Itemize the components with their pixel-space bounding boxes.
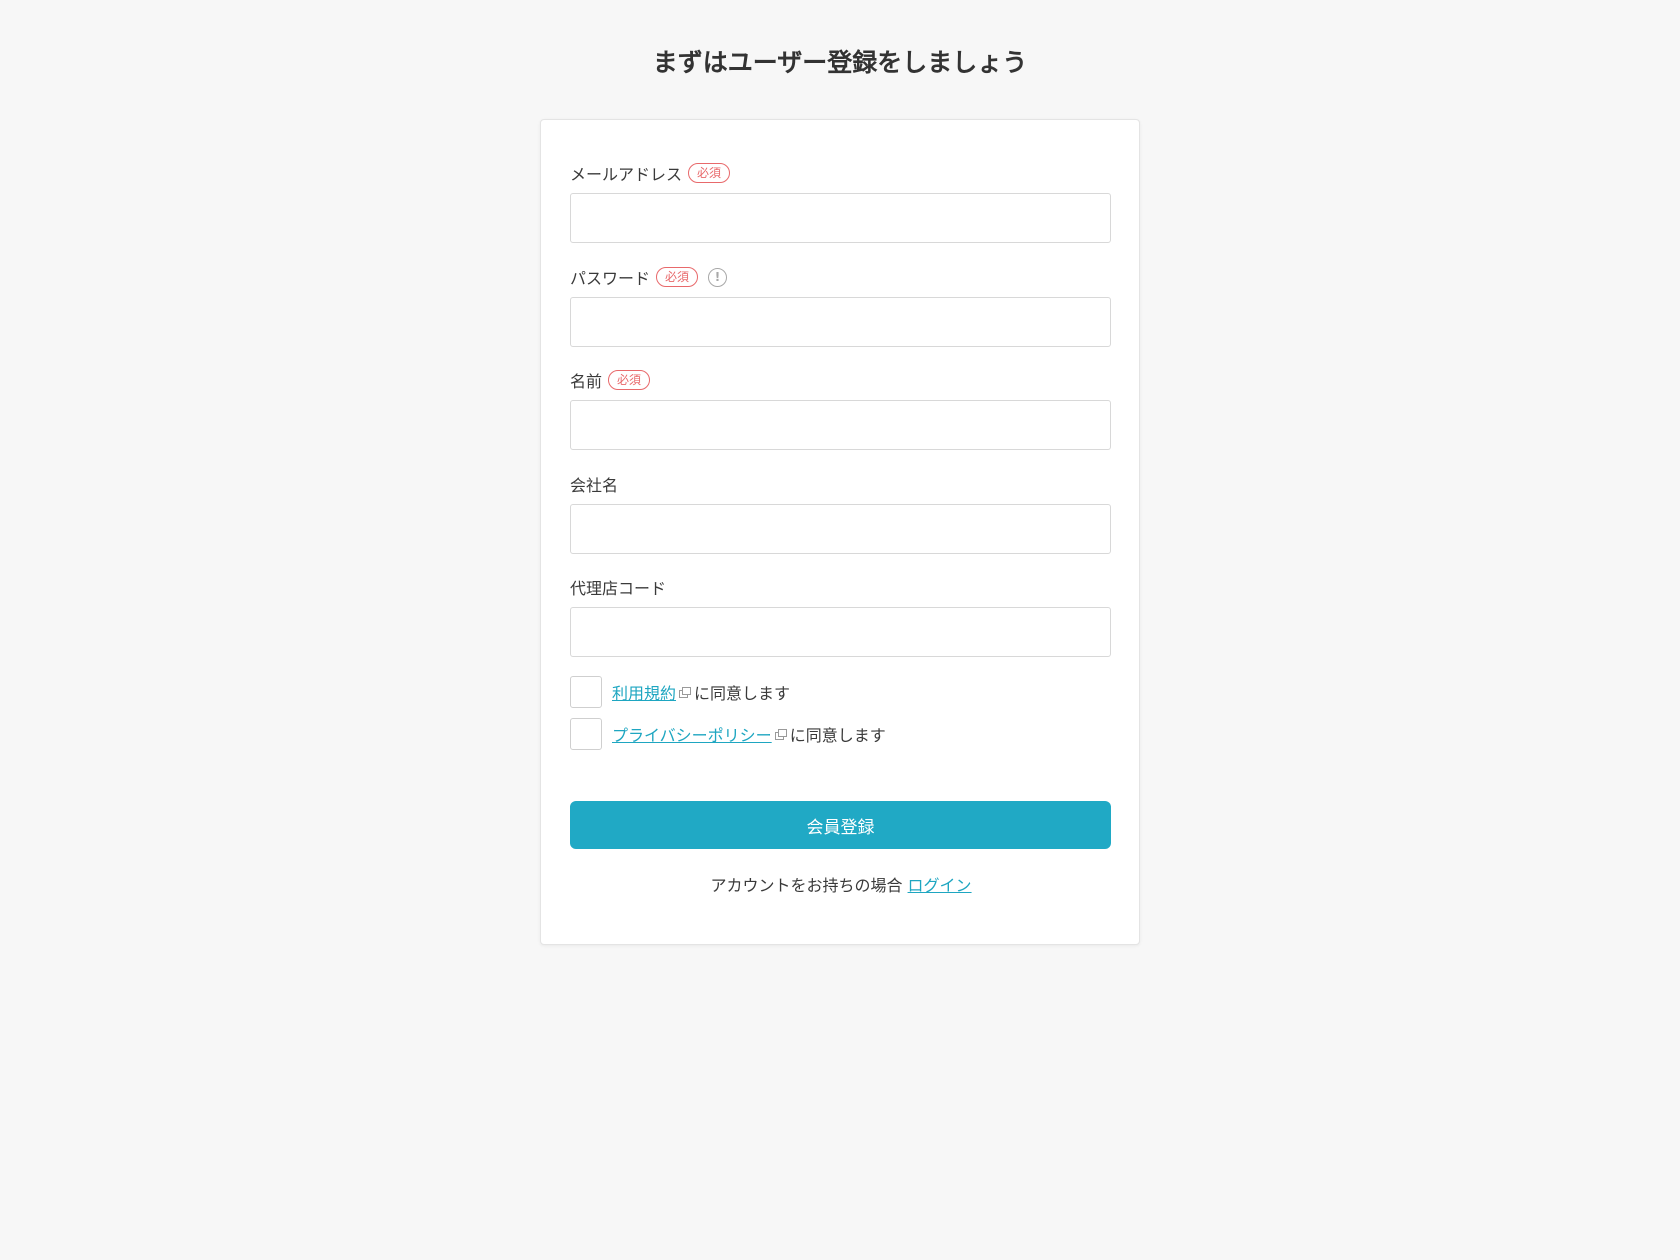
page-title: まずはユーザー登録をしましょう [652,48,1028,77]
name-label-text: 名前 [570,372,603,391]
external-link-icon [679,687,692,698]
external-link-icon [774,729,787,740]
registration-card: メールアドレス 必須 パスワード 必須 ! 名前 必須 会社名 代理店コード 利… [540,119,1140,945]
email-label-text: メールアドレス [570,165,683,184]
login-prompt-text: アカウントをお持ちの場合 [710,876,903,895]
privacy-policy-link[interactable]: プライバシーポリシー [612,722,772,746]
privacy-agreement-row: プライバシーポリシー に同意します [570,718,886,750]
password-input[interactable] [570,297,1111,347]
password-required-badge: 必須 [656,267,699,287]
privacy-checkbox[interactable] [570,718,602,750]
password-label: パスワード 必須 ! [570,265,728,289]
terms-checkbox[interactable] [570,676,602,708]
password-label-text: パスワード [570,269,651,288]
company-input[interactable] [570,504,1111,554]
login-link[interactable]: ログイン [908,876,972,895]
agency-code-input[interactable] [570,607,1111,657]
privacy-suffix: に同意します [789,726,886,745]
terms-agreement-row: 利用規約 に同意します [570,676,790,708]
agency-code-label-text: 代理店コード [570,579,667,598]
terms-suffix: に同意します [694,684,791,703]
terms-link[interactable]: 利用規約 [612,680,676,704]
company-label: 会社名 [570,472,618,496]
name-label: 名前 必須 [570,368,651,392]
info-icon[interactable]: ! [708,267,728,287]
agency-code-label: 代理店コード [570,575,666,599]
name-input[interactable] [570,400,1111,450]
email-label: メールアドレス 必須 [570,161,731,185]
register-button[interactable]: 会員登録 [570,801,1111,849]
email-required-badge: 必須 [688,163,731,183]
email-input[interactable] [570,193,1111,243]
name-required-badge: 必須 [608,370,651,390]
company-label-text: 会社名 [570,476,619,495]
login-prompt: アカウントをお持ちの場合 ログイン [541,872,1141,896]
